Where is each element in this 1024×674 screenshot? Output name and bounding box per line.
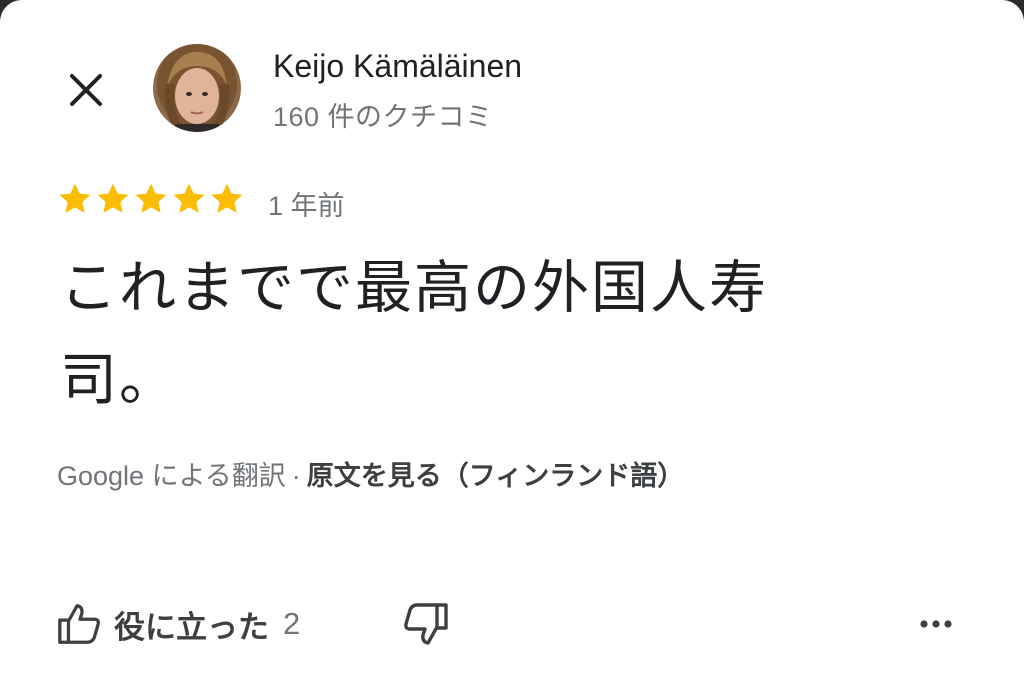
reviewer-avatar[interactable]: [153, 44, 241, 132]
avatar-image: [153, 44, 241, 132]
translation-note-row: Google による翻訳 · 原文を見る（フィンランド語）: [57, 454, 684, 493]
view-original-link[interactable]: 原文を見る（フィンランド語）: [307, 461, 684, 491]
star-icon: [97, 183, 129, 213]
review-date: 1 年前: [268, 191, 345, 221]
star-icon: [211, 183, 243, 213]
star-rating: [57, 181, 245, 219]
reviewer-review-count: 160 件のクチコミ: [273, 102, 493, 132]
close-button[interactable]: [64, 68, 108, 112]
separator-dot: ·: [291, 461, 301, 491]
close-icon: [70, 74, 102, 106]
thumbs-up-icon: [58, 604, 100, 644]
helpful-count: 2: [283, 606, 301, 641]
star-icon: [59, 183, 91, 213]
star-icon: [135, 183, 167, 213]
thumbs-down-icon: [404, 603, 448, 645]
star-icon: [173, 183, 205, 213]
not-helpful-button[interactable]: [402, 600, 450, 648]
translation-note: Google による翻訳: [57, 461, 286, 491]
more-options-button[interactable]: [914, 606, 958, 642]
more-horizontal-icon: [920, 620, 952, 628]
review-card: Keijo Kämäläinen 160 件のクチコミ 1 年前 これまでで最高…: [0, 0, 1024, 674]
review-text: これまでで最高の外国人寿司。: [60, 256, 768, 412]
helpful-label: 役に立った: [114, 609, 269, 645]
reviewer-name[interactable]: Keijo Kämäläinen: [273, 48, 522, 85]
helpful-button[interactable]: 役に立った 2: [56, 598, 300, 650]
